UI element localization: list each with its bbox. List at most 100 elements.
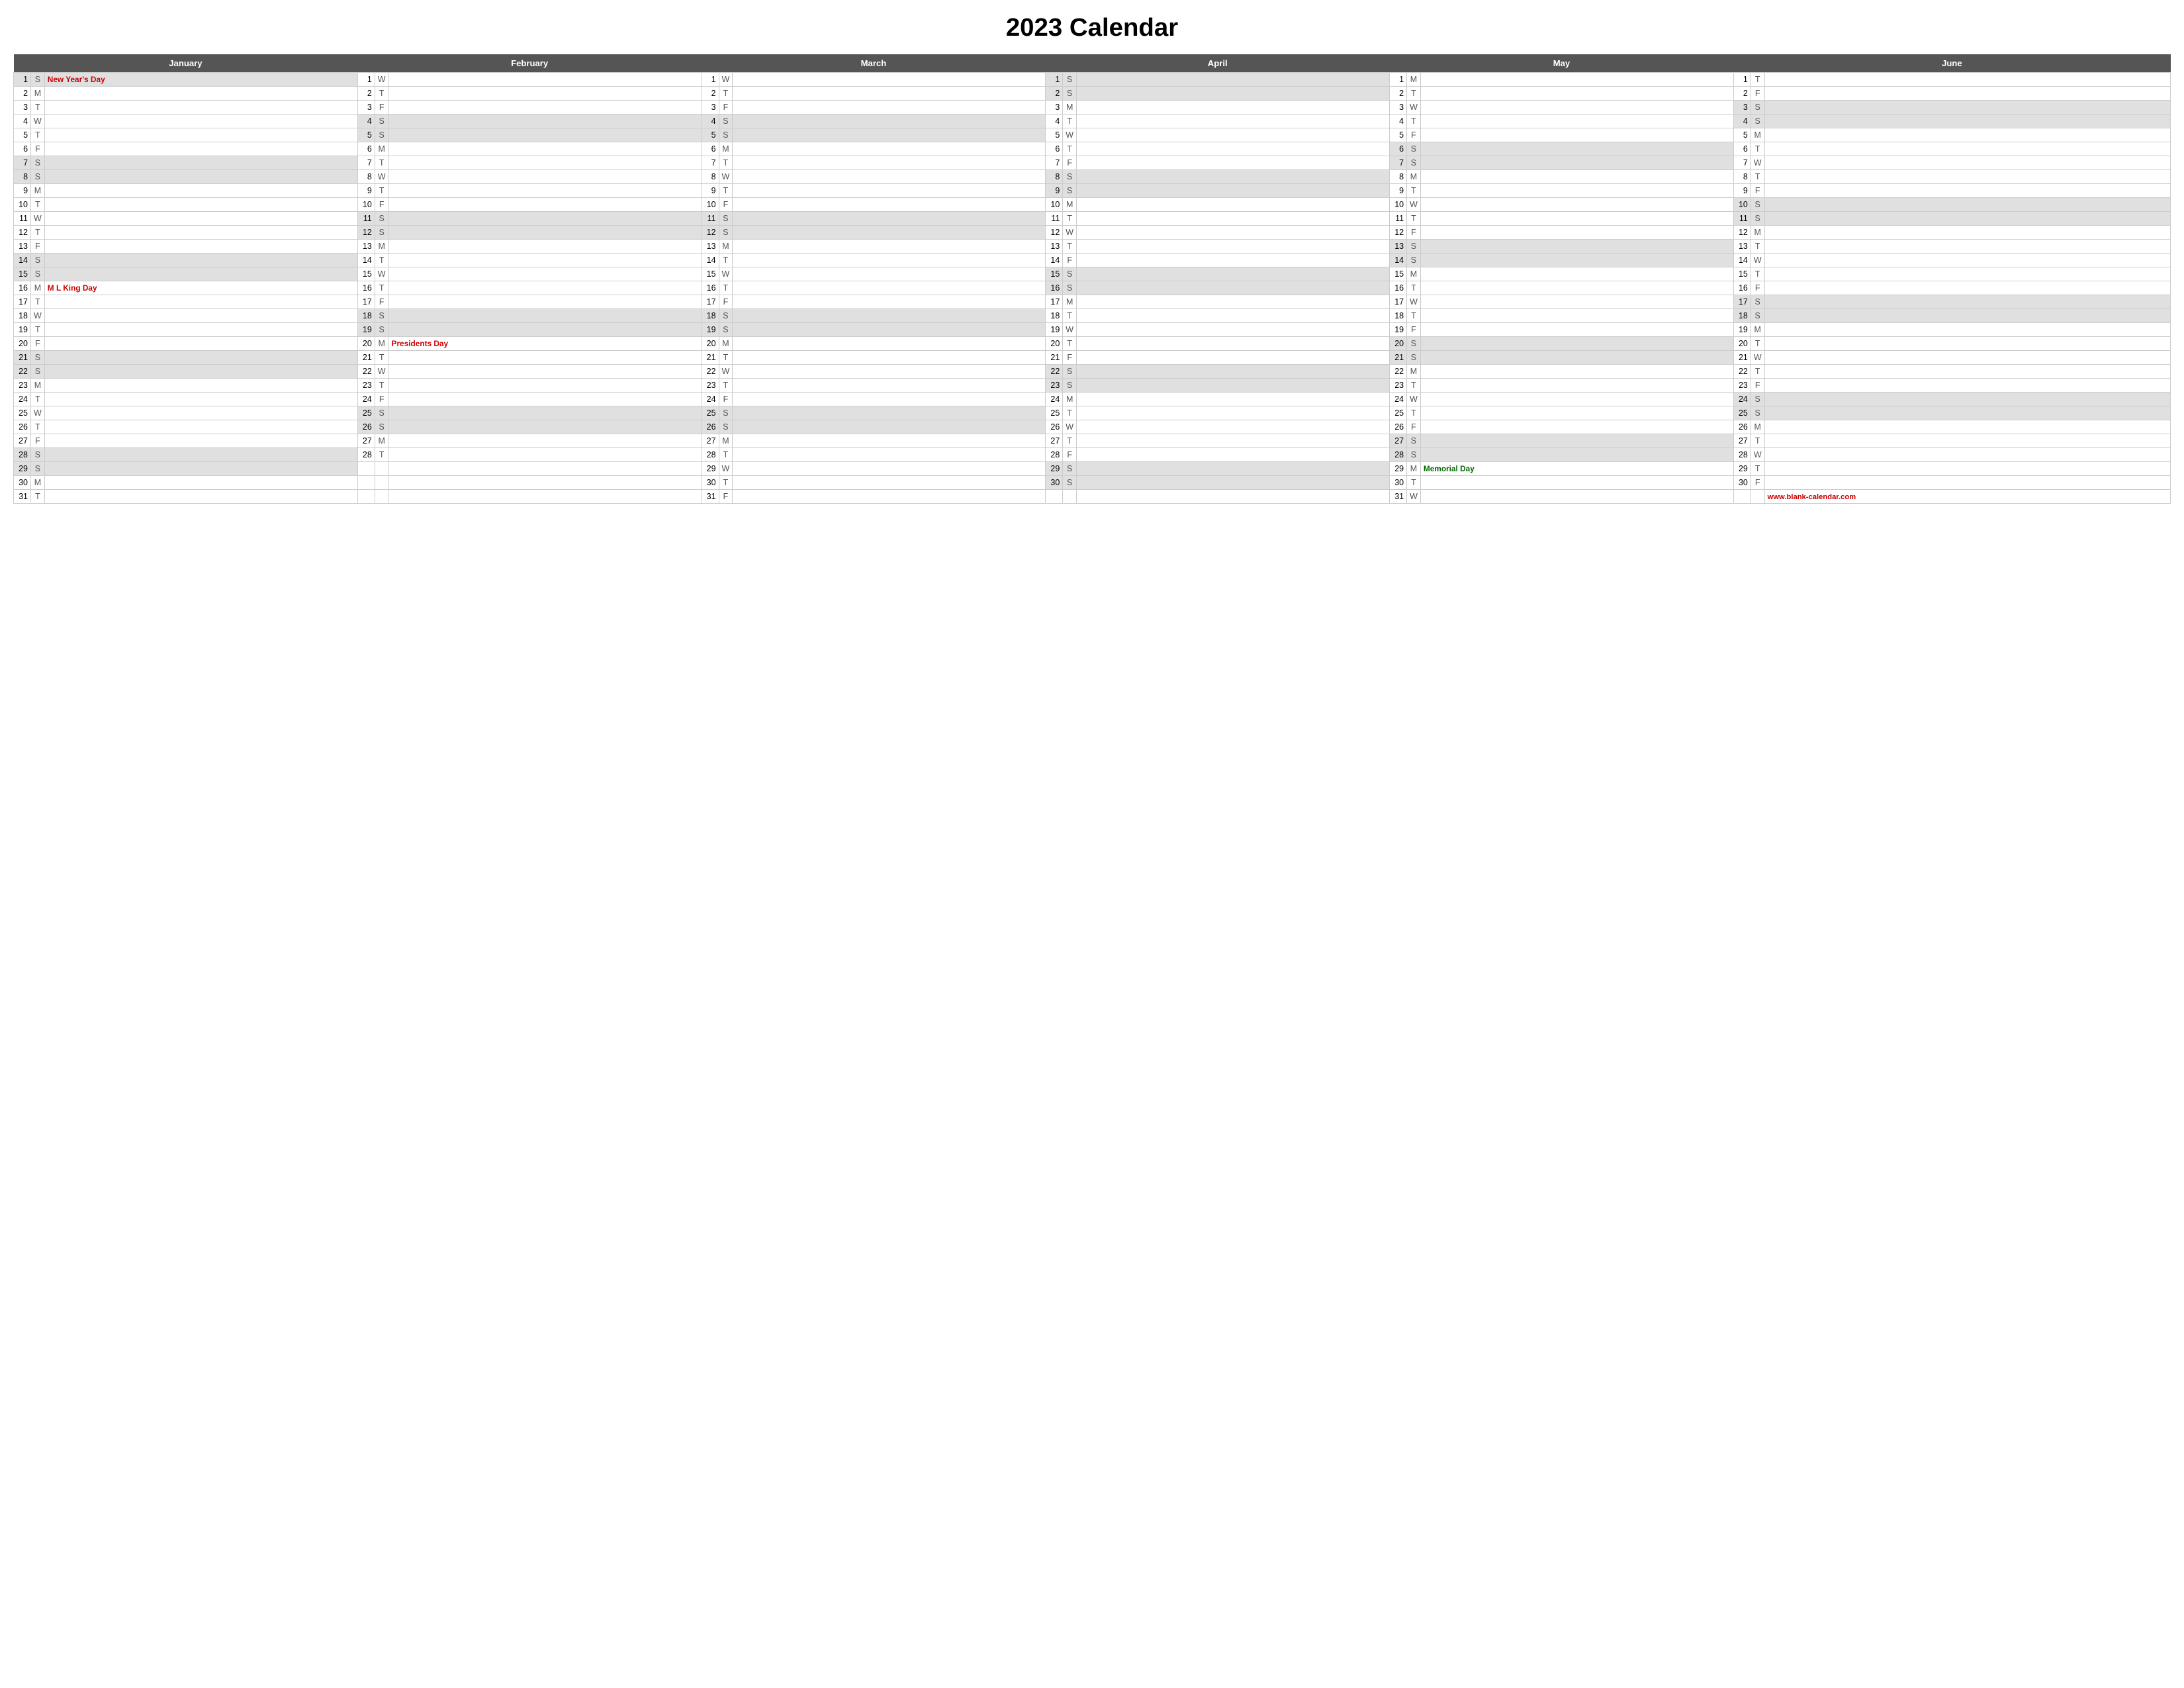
day-number: 26 bbox=[1733, 420, 1751, 434]
day-letter: T bbox=[375, 254, 388, 267]
day-letter: M bbox=[1751, 226, 1764, 240]
day-letter: T bbox=[31, 323, 45, 337]
day-number: 2 bbox=[357, 87, 375, 101]
day-letter: S bbox=[375, 128, 388, 142]
day-letter: T bbox=[1407, 281, 1421, 295]
day-letter: F bbox=[31, 434, 45, 448]
day-letter: W bbox=[1751, 351, 1764, 365]
day-number: 20 bbox=[1390, 337, 1407, 351]
holiday-cell bbox=[733, 142, 1046, 156]
day-letter: T bbox=[375, 156, 388, 170]
holiday-cell bbox=[44, 212, 357, 226]
holiday-cell bbox=[44, 184, 357, 198]
day-number: 13 bbox=[1046, 240, 1063, 254]
day-letter: M bbox=[719, 337, 733, 351]
holiday-cell bbox=[388, 101, 702, 115]
holiday-cell bbox=[733, 462, 1046, 476]
holiday-cell bbox=[1764, 406, 2170, 420]
day-number: 2 bbox=[14, 87, 31, 101]
day-number: 15 bbox=[702, 267, 719, 281]
day-letter: T bbox=[1063, 434, 1077, 448]
day-number: 2 bbox=[702, 87, 719, 101]
table-row: 21S21T21T21F21S21W bbox=[14, 351, 2171, 365]
day-letter: W bbox=[1063, 323, 1077, 337]
day-letter: M bbox=[1407, 73, 1421, 87]
day-letter: M bbox=[1063, 198, 1077, 212]
day-number: 19 bbox=[1390, 323, 1407, 337]
day-letter: T bbox=[719, 87, 733, 101]
holiday-cell bbox=[388, 462, 702, 476]
table-row: 18W18S18S18T18T18S bbox=[14, 309, 2171, 323]
holiday-cell bbox=[44, 295, 357, 309]
holiday-cell bbox=[388, 212, 702, 226]
day-letter: S bbox=[1063, 184, 1077, 198]
day-letter: T bbox=[719, 184, 733, 198]
holiday-cell bbox=[1077, 365, 1390, 379]
holiday-cell bbox=[1764, 198, 2170, 212]
table-row: 22S22W22W22S22M22T bbox=[14, 365, 2171, 379]
day-number: 16 bbox=[14, 281, 31, 295]
holiday-cell bbox=[1077, 379, 1390, 393]
day-letter: T bbox=[1063, 337, 1077, 351]
day-letter: W bbox=[719, 170, 733, 184]
day-number: 27 bbox=[357, 434, 375, 448]
day-letter: S bbox=[1063, 267, 1077, 281]
day-number: 19 bbox=[1733, 323, 1751, 337]
holiday-cell bbox=[388, 267, 702, 281]
table-row: 20F20MPresidents Day20M20T20S20T bbox=[14, 337, 2171, 351]
holiday-cell bbox=[388, 448, 702, 462]
day-number: 26 bbox=[702, 420, 719, 434]
holiday-cell bbox=[1764, 365, 2170, 379]
day-letter: S bbox=[1751, 212, 1764, 226]
day-number: 4 bbox=[1733, 115, 1751, 128]
day-letter: M bbox=[1063, 101, 1077, 115]
day-number: 11 bbox=[357, 212, 375, 226]
holiday-cell bbox=[1077, 406, 1390, 420]
day-letter: S bbox=[31, 267, 45, 281]
day-letter: W bbox=[375, 170, 388, 184]
holiday-cell bbox=[1764, 128, 2170, 142]
holiday-cell bbox=[1420, 309, 1733, 323]
day-number: 14 bbox=[357, 254, 375, 267]
day-number: 9 bbox=[1046, 184, 1063, 198]
holiday-cell bbox=[388, 365, 702, 379]
holiday-cell bbox=[44, 87, 357, 101]
holiday-cell bbox=[1764, 156, 2170, 170]
day-letter: F bbox=[1063, 448, 1077, 462]
holiday-cell bbox=[388, 309, 702, 323]
day-number: 30 bbox=[702, 476, 719, 490]
day-letter: T bbox=[1407, 87, 1421, 101]
day-number: 17 bbox=[1390, 295, 1407, 309]
day-letter: S bbox=[1063, 365, 1077, 379]
day-letter: S bbox=[719, 309, 733, 323]
holiday-cell bbox=[44, 351, 357, 365]
day-letter: M bbox=[31, 476, 45, 490]
day-letter: S bbox=[719, 420, 733, 434]
holiday-cell bbox=[1077, 295, 1390, 309]
day-letter: S bbox=[31, 73, 45, 87]
day-letter: W bbox=[1751, 254, 1764, 267]
day-letter: M bbox=[1063, 393, 1077, 406]
day-letter: W bbox=[1407, 198, 1421, 212]
holiday-cell bbox=[44, 240, 357, 254]
day-letter: W bbox=[1407, 490, 1421, 504]
day-number: 24 bbox=[702, 393, 719, 406]
day-letter: S bbox=[31, 365, 45, 379]
holiday-cell bbox=[388, 226, 702, 240]
table-row: 10T10F10F10M10W10S bbox=[14, 198, 2171, 212]
day-number: 10 bbox=[357, 198, 375, 212]
day-letter: F bbox=[1751, 281, 1764, 295]
day-number: 22 bbox=[1733, 365, 1751, 379]
day-number: 10 bbox=[1733, 198, 1751, 212]
day-letter: F bbox=[1063, 156, 1077, 170]
holiday-cell bbox=[388, 128, 702, 142]
day-letter: T bbox=[1407, 406, 1421, 420]
day-number: 8 bbox=[1390, 170, 1407, 184]
day-letter: S bbox=[1407, 240, 1421, 254]
holiday-cell bbox=[1077, 434, 1390, 448]
day-letter: W bbox=[375, 365, 388, 379]
day-number: 24 bbox=[1733, 393, 1751, 406]
day-letter: S bbox=[719, 226, 733, 240]
day-number: 14 bbox=[1390, 254, 1407, 267]
table-row: 1SNew Year's Day1W1W1S1M1T bbox=[14, 73, 2171, 87]
